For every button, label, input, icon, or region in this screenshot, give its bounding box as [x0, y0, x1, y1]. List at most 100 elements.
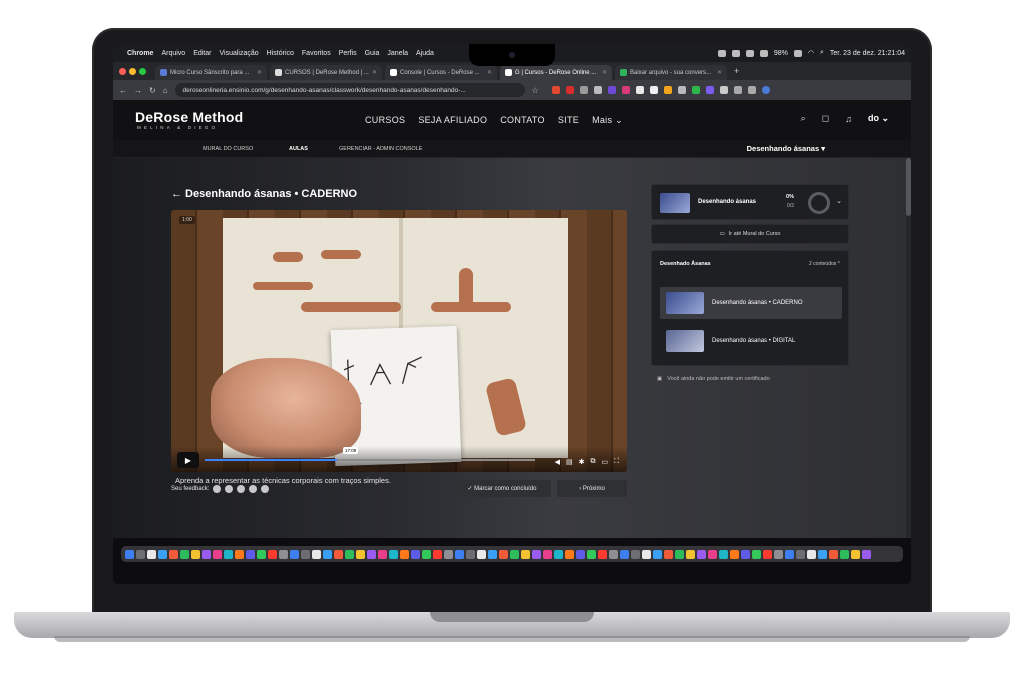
dock-app-icon[interactable]	[191, 549, 200, 559]
dock-app-icon[interactable]	[697, 549, 706, 559]
profile-avatar[interactable]	[761, 86, 770, 94]
extension-icon[interactable]	[705, 86, 714, 94]
seek-bar[interactable]	[205, 459, 535, 461]
feedback-emoji-icon[interactable]	[225, 485, 234, 493]
menubar-item[interactable]: Editar	[193, 50, 211, 57]
mark-complete-button[interactable]: ✓ Marcar como concluído	[453, 480, 551, 497]
video-player[interactable]: 1:00 ▶ 17:09 ◀ ▤ ✱ ⧉ ▭ ⛶	[171, 210, 627, 472]
dock-app-icon[interactable]	[158, 549, 167, 559]
browser-tab[interactable]: Baixar arquivo - sua convers... ✕	[615, 65, 727, 80]
volume-icon[interactable]	[759, 49, 768, 57]
dock-app-icon[interactable]	[752, 549, 761, 559]
dock-app-icon[interactable]	[180, 549, 189, 559]
extension-icon[interactable]	[621, 86, 630, 94]
feedback-emoji-icon[interactable]	[249, 485, 258, 493]
dock-app-icon[interactable]	[686, 549, 695, 559]
reload-icon[interactable]: ↻	[149, 86, 156, 95]
dock-app-icon[interactable]	[543, 549, 552, 559]
extension-icon[interactable]	[593, 86, 602, 94]
new-tab-icon[interactable]: +	[734, 66, 739, 76]
menubar-item[interactable]: Favoritos	[302, 50, 331, 57]
battery-icon[interactable]	[793, 49, 802, 57]
dock-app-icon[interactable]	[257, 549, 266, 559]
close-tab-icon[interactable]: ✕	[487, 69, 492, 76]
dock-app-icon[interactable]	[213, 549, 222, 559]
dock-app-icon[interactable]	[675, 549, 684, 559]
close-tab-icon[interactable]: ✕	[602, 69, 607, 76]
clock[interactable]: Ter. 23 de dez. 21:21:04	[830, 50, 905, 57]
tab-gerenciar[interactable]: GERENCIAR - ADMIN CONSOLE	[339, 146, 422, 152]
captions-icon[interactable]: ▤	[566, 458, 573, 466]
home-icon[interactable]: ⌂	[163, 86, 168, 95]
dock-app-icon[interactable]	[433, 549, 442, 559]
dock-app-icon[interactable]	[400, 549, 409, 559]
dock-app-icon[interactable]	[411, 549, 420, 559]
url-input[interactable]: deroseonlineria.ensinio.com/g/desenhando…	[174, 83, 525, 97]
dock-app-icon[interactable]	[246, 549, 255, 559]
dock-app-icon[interactable]	[785, 549, 794, 559]
dock-app-icon[interactable]	[818, 549, 827, 559]
dock-app-icon[interactable]	[653, 549, 662, 559]
extension-icon[interactable]	[579, 86, 588, 94]
dock-app-icon[interactable]	[455, 549, 464, 559]
user-avatar[interactable]: do ⌄	[868, 113, 889, 124]
dock-app-icon[interactable]	[202, 549, 211, 559]
extension-icon[interactable]	[607, 86, 616, 94]
status-icon[interactable]	[745, 49, 754, 57]
dock-app-icon[interactable]	[136, 549, 145, 559]
dock-app-icon[interactable]	[554, 549, 563, 559]
bag-icon[interactable]: ◻	[822, 113, 829, 124]
dock-app-icon[interactable]	[279, 549, 288, 559]
lesson-title[interactable]: ← Desenhando ásanas • CADERNO	[171, 188, 357, 200]
tab-mural[interactable]: MURAL DO CURSO	[203, 146, 253, 152]
feedback-emoji-icon[interactable]	[261, 485, 270, 493]
play-button[interactable]: ▶	[177, 452, 199, 468]
dock-app-icon[interactable]	[477, 549, 486, 559]
site-logo[interactable]: DeRose Method	[135, 109, 243, 125]
search-icon[interactable]: ⌕	[801, 113, 806, 124]
dock-app-icon[interactable]	[466, 549, 475, 559]
dock-app-icon[interactable]	[147, 549, 156, 559]
lesson-item-current[interactable]: Desenhando ásanas • CADERNO	[660, 287, 842, 319]
nav-seja-afiliado[interactable]: SEJA AFILIADO	[418, 115, 487, 126]
back-icon[interactable]: ←	[119, 86, 127, 95]
dock-app-icon[interactable]	[125, 549, 134, 559]
cast-icon[interactable]: ▭	[601, 458, 608, 466]
dock-app-icon[interactable]	[664, 549, 673, 559]
nav-mais[interactable]: Mais ⌄	[592, 115, 623, 126]
dock-app-icon[interactable]	[763, 549, 772, 559]
menubar-item[interactable]: Visualização	[219, 50, 258, 57]
dock-app-icon[interactable]	[851, 549, 860, 559]
dock-app-icon[interactable]	[840, 549, 849, 559]
dock-app-icon[interactable]	[367, 549, 376, 559]
dock-app-icon[interactable]	[730, 549, 739, 559]
bell-icon[interactable]: ♫	[845, 114, 852, 124]
wifi-icon[interactable]: ◠	[808, 49, 814, 57]
dock-app-icon[interactable]	[829, 549, 838, 559]
menubar-item[interactable]: Janela	[387, 50, 408, 57]
browser-tab-active[interactable]: G | Cursos - DeRose Online ... ✕	[500, 65, 612, 80]
dock-app-icon[interactable]	[301, 549, 310, 559]
dock-app-icon[interactable]	[565, 549, 574, 559]
dock-app-icon[interactable]	[323, 549, 332, 559]
course-selector[interactable]: Desenhando ásanas ▾	[747, 144, 825, 153]
dock-app-icon[interactable]	[422, 549, 431, 559]
forward-icon[interactable]: →	[134, 86, 142, 95]
dock-app-icon[interactable]	[609, 549, 618, 559]
dock-app-icon[interactable]	[268, 549, 277, 559]
maximize-window-icon[interactable]	[139, 67, 146, 75]
dock-app-icon[interactable]	[796, 549, 805, 559]
dock-app-icon[interactable]	[389, 549, 398, 559]
dock-app-icon[interactable]	[290, 549, 299, 559]
dock-app-icon[interactable]	[719, 549, 728, 559]
menubar-item[interactable]: Arquivo	[161, 50, 185, 57]
dock-app-icon[interactable]	[741, 549, 750, 559]
dock-app-icon[interactable]	[356, 549, 365, 559]
browser-tab[interactable]: Console | Cursos - DeRose ... ✕	[385, 65, 497, 80]
extension-icon[interactable]	[565, 86, 574, 94]
feedback-emoji-icon[interactable]	[237, 485, 246, 493]
extension-icon[interactable]	[691, 86, 700, 94]
dock-app-icon[interactable]	[235, 549, 244, 559]
menubar-item[interactable]: Perfis	[339, 50, 357, 57]
extension-icon[interactable]	[733, 86, 742, 94]
